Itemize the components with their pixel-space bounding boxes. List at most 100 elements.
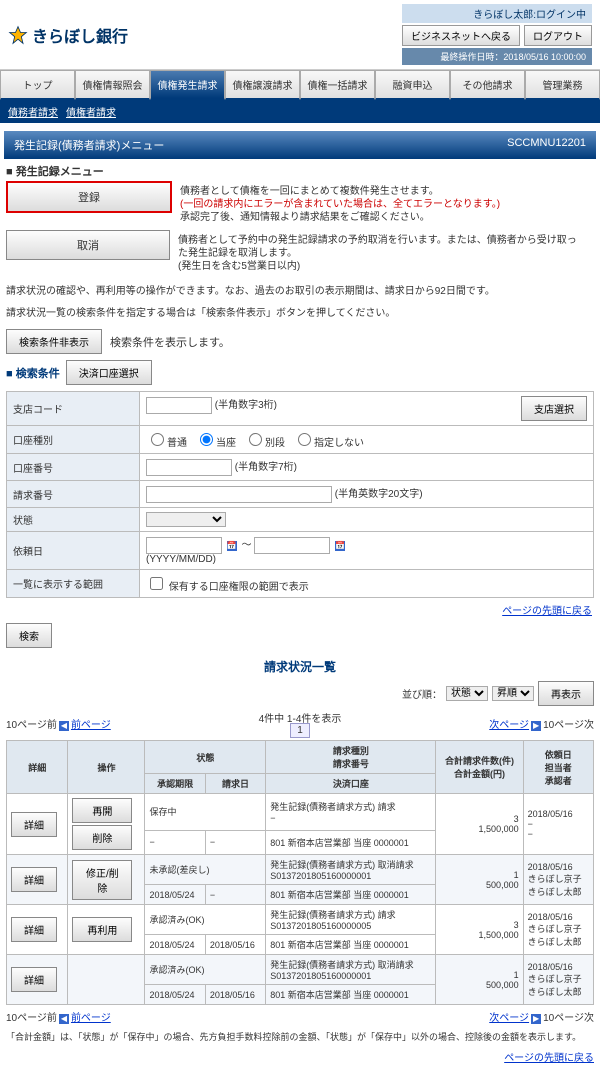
detail-button[interactable]: 詳細	[11, 867, 57, 892]
search-toggle-note: 検索条件を表示します。	[110, 334, 230, 350]
search-button[interactable]: 検索	[6, 623, 52, 648]
calendar-icon[interactable]: 📅	[227, 541, 237, 551]
last-operation-time: 最終操作日時：2018/05/16 10:00:00	[402, 48, 592, 65]
row-depinfo: 2018/05/16きらぼし京子きらぼし太郎	[523, 905, 593, 955]
main-tab-0[interactable]: トップ	[0, 70, 75, 100]
calendar-icon[interactable]: 📅	[335, 541, 345, 551]
status-select[interactable]	[146, 512, 226, 527]
main-tab-4[interactable]: 債権一括請求	[300, 70, 375, 100]
page-top-link[interactable]: ページの先頭に戻る	[504, 1053, 594, 1064]
branch-code-input[interactable]	[146, 397, 212, 414]
row-reqdate: −	[205, 885, 265, 905]
row-acct: 801 新宿本店営業部 当座 0000001	[266, 985, 436, 1005]
note-2: 請求状況一覧の検索条件を指定する場合は「検索条件表示」ボタンを押してください。	[6, 307, 594, 321]
col-reqdate: 請求日	[205, 774, 265, 794]
row-depinfo: 2018/05/16きらぼし京子きらぼし太郎	[523, 955, 593, 1005]
date-to-input[interactable]	[254, 537, 330, 554]
account-type-radio[interactable]	[200, 433, 213, 446]
account-type-radio[interactable]	[298, 433, 311, 446]
screen-code: SCCMNU12201	[507, 137, 586, 153]
prev-page-link[interactable]: 前ページ	[71, 1013, 111, 1024]
main-tab-3[interactable]: 債権譲渡請求	[225, 70, 300, 100]
sort-field-select[interactable]: 状態	[446, 686, 488, 701]
range-label: 一覧に表示する範囲	[7, 570, 140, 598]
prev-page-icon[interactable]: ◀	[59, 721, 69, 731]
col-detail: 詳細	[7, 741, 68, 794]
account-type-radio[interactable]	[249, 433, 262, 446]
row-deadline: 2018/05/24	[145, 885, 205, 905]
prev-page-icon[interactable]: ◀	[59, 1014, 69, 1024]
row-acct: 801 新宿本店営業部 当座 0000001	[266, 830, 436, 854]
note-1: 請求状況の確認や、再利用等の操作ができます。なお、過去のお取引の表示期間は、請求…	[6, 285, 594, 299]
redisplay-button[interactable]: 再表示	[538, 681, 594, 706]
detail-button[interactable]: 詳細	[11, 812, 57, 837]
row-reqtype: 発生記録(債務者請求方式) 取消請求S0137201805160000001	[266, 955, 436, 985]
cancel-description: 債務者として予約中の発生記録請求の予約取消を行います。または、債務者から受け取っ…	[170, 230, 594, 277]
next-page-icon[interactable]: ▶	[531, 721, 541, 731]
row-deadline: 2018/05/24	[145, 935, 205, 955]
row-count-amount: 31,500,000	[436, 794, 523, 855]
current-page: 1	[290, 723, 310, 738]
row-op-button[interactable]: 削除	[72, 825, 132, 850]
main-tab-1[interactable]: 債権情報照会	[75, 70, 150, 100]
account-no-hint: (半角数字7桁)	[235, 462, 297, 473]
date-hint: (YYYY/MM/DD)	[146, 554, 216, 565]
branch-select-button[interactable]: 支店選択	[521, 396, 587, 421]
menu-section-label: ■ 発生記録メニュー	[6, 163, 594, 179]
search-section-label: ■ 検索条件	[6, 365, 60, 381]
sub-tab-1[interactable]: 債権者請求	[66, 104, 116, 119]
prev-page-link[interactable]: 前ページ	[71, 720, 111, 731]
account-type-radio[interactable]	[151, 433, 164, 446]
cancel-button[interactable]: 取消	[6, 230, 170, 260]
detail-button[interactable]: 詳細	[11, 967, 57, 992]
page-top-link[interactable]: ページの先頭に戻る	[502, 606, 592, 617]
row-op-button[interactable]: 再利用	[72, 917, 132, 942]
date-from-input[interactable]	[146, 537, 222, 554]
row-ops: 再利用	[68, 905, 145, 955]
login-user: きらぼし太郎:ログイン中	[402, 4, 592, 23]
range-checkbox[interactable]	[150, 577, 163, 590]
list-title: 請求状況一覧	[0, 658, 600, 675]
search-toggle-button[interactable]: 検索条件非表示	[6, 329, 102, 354]
prev-10-pages: 10ページ前	[6, 716, 57, 731]
col-deadline: 承認期限	[145, 774, 205, 794]
main-tab-7[interactable]: 管理業務	[525, 70, 600, 100]
request-date-label: 依頼日	[7, 532, 140, 570]
row-deadline: 2018/05/24	[145, 985, 205, 1005]
register-button[interactable]: 登録	[6, 181, 172, 213]
account-no-input[interactable]	[146, 459, 232, 476]
footnote: 「合計金額」は、「状態」が「保存中」の場合、先方負担手数料控除前の金額、「状態」…	[6, 1030, 594, 1043]
status-label: 状態	[7, 508, 140, 532]
row-acct: 801 新宿本店営業部 当座 0000001	[266, 885, 436, 905]
row-count-amount: 1500,000	[436, 955, 523, 1005]
back-to-biznet-button[interactable]: ビジネスネットへ戻る	[402, 25, 520, 46]
next-page-icon[interactable]: ▶	[531, 1014, 541, 1024]
star-icon	[8, 25, 28, 45]
account-select-button[interactable]: 決済口座選択	[66, 360, 152, 385]
col-depdate: 依頼日 担当者 承認者	[523, 741, 593, 794]
row-ops: 再開削除	[68, 794, 145, 855]
next-page-link[interactable]: 次ページ	[489, 720, 529, 731]
menu-title: 発生記録(債務者請求)メニュー	[14, 137, 164, 153]
next-page-link[interactable]: 次ページ	[489, 1013, 529, 1024]
row-depinfo: 2018/05/16きらぼし京子きらぼし太郎	[523, 855, 593, 905]
row-acct: 801 新宿本店営業部 当座 0000001	[266, 935, 436, 955]
row-op-button[interactable]: 再開	[72, 798, 132, 823]
row-op-button[interactable]: 修正/削除	[72, 860, 132, 900]
row-depinfo: 2018/05/16−−	[523, 794, 593, 855]
bank-logo: きらぼし銀行	[8, 23, 128, 47]
row-reqtype: 発生記録(債務者請求方式) 取消請求S0137201805160000001	[266, 855, 436, 885]
logout-button[interactable]: ログアウト	[524, 25, 592, 46]
main-tab-5[interactable]: 融資申込	[375, 70, 450, 100]
main-tab-6[interactable]: その他請求	[450, 70, 525, 100]
row-reqdate: 2018/05/16	[205, 985, 265, 1005]
bank-name: きらぼし銀行	[32, 23, 128, 47]
row-status: 保存中	[145, 794, 266, 831]
request-no-input[interactable]	[146, 486, 332, 503]
prev-10-pages: 10ページ前	[6, 1009, 57, 1024]
detail-button[interactable]: 詳細	[11, 917, 57, 942]
branch-code-label: 支店コード	[7, 392, 140, 426]
sort-order-select[interactable]: 昇順	[492, 686, 534, 701]
sub-tab-0[interactable]: 債務者請求	[8, 104, 58, 119]
main-tab-2[interactable]: 債権発生請求	[150, 70, 225, 100]
